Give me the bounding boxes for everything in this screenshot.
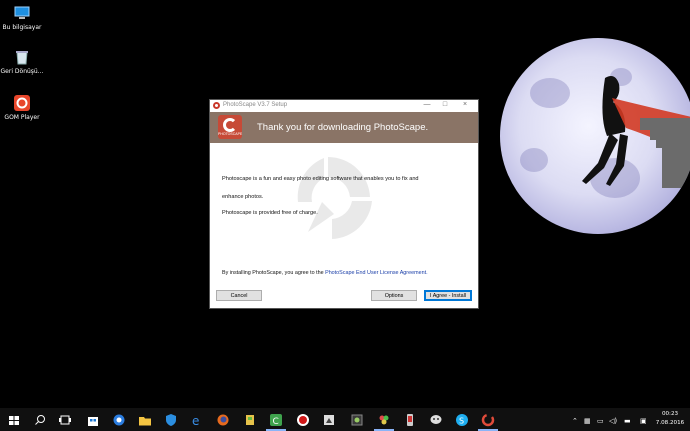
volume-icon[interactable]: ◁)	[609, 417, 617, 425]
desktop-icon-label: Geri Dönüşü...	[0, 68, 44, 75]
desktop-icon-this-pc[interactable]: Bu bilgisayar	[0, 4, 44, 31]
clock-time[interactable]: 00:23	[655, 411, 685, 417]
windows-icon	[9, 416, 19, 425]
maximize-button[interactable]: □	[438, 101, 452, 108]
wallpaper-figure	[582, 76, 690, 188]
license-agreement-text: By installing PhotoScape, you agree to t…	[222, 270, 428, 276]
taskbar-game[interactable]	[350, 412, 364, 426]
header-banner: PHOTOSCAPE Thank you for downloading Pho…	[210, 112, 478, 143]
game-icon	[351, 414, 363, 426]
minimize-button[interactable]: —	[420, 101, 434, 108]
taskbar-edge[interactable]: e	[190, 412, 204, 428]
taskbar-camtasia[interactable]: C	[266, 412, 286, 431]
photoscape-ring-icon	[223, 118, 237, 132]
keyboard-icon[interactable]: ▬	[624, 417, 631, 425]
notifications-icon[interactable]: ▣	[640, 417, 647, 425]
shield-icon	[166, 414, 176, 426]
logo-caption: PHOTOSCAPE	[218, 132, 243, 136]
task-view-icon	[59, 415, 71, 425]
taskbar-security[interactable]	[164, 412, 178, 426]
media-icon	[324, 415, 334, 425]
paint-icon	[246, 415, 254, 425]
taskbar-chat[interactable]	[429, 412, 443, 426]
gom-player-icon	[13, 94, 31, 112]
blue-circle-app-icon	[113, 414, 125, 426]
svg-text:C: C	[273, 417, 279, 427]
license-link[interactable]: PhotoScape End User License Agreement.	[325, 270, 428, 276]
desktop-icon-recycle-bin[interactable]: Geri Dönüşü...	[0, 48, 44, 75]
record-icon	[297, 414, 309, 426]
camtasia-icon: C	[270, 414, 282, 427]
taskbar-flower-app[interactable]	[374, 412, 394, 431]
setup-dialog: PhotoScape V3.7 Setup — □ × PHOTOSCAPE T…	[210, 100, 478, 308]
photoscape-logo: PHOTOSCAPE	[218, 115, 242, 139]
taskbar-phone[interactable]	[403, 412, 417, 426]
computer-icon	[13, 4, 31, 22]
description-line-1: Photoscape is a fun and easy photo editi…	[222, 176, 419, 182]
skype-icon: S	[456, 414, 468, 426]
taskbar: e C S ⌃ ▦ ▭ ◁) ▬ 00:23 7.08.2016 ▣	[0, 408, 690, 431]
firefox-icon	[217, 414, 229, 426]
clock-date[interactable]: 7.08.2016	[651, 420, 689, 426]
folder-icon	[139, 417, 151, 426]
taskbar-recorder[interactable]	[296, 412, 310, 426]
network-icon[interactable]: ▦	[584, 417, 591, 425]
phone-icon	[407, 414, 413, 426]
taskbar-skype[interactable]: S	[455, 412, 469, 426]
taskbar-paint[interactable]	[243, 412, 257, 426]
desktop-icon-gom-player[interactable]: GOM Player	[0, 94, 44, 121]
taskbar-media[interactable]	[322, 412, 336, 426]
close-button[interactable]: ×	[458, 101, 472, 108]
task-view-button[interactable]	[58, 412, 72, 426]
svg-text:e: e	[192, 414, 199, 427]
photoscape-icon	[481, 413, 495, 427]
photoscape-small-logo-icon	[213, 102, 220, 109]
free-of-charge-text: Photoscape is provided free of charge.	[222, 210, 318, 216]
wallpaper-moon	[500, 38, 690, 234]
chevron-up-icon[interactable]: ⌃	[572, 417, 578, 425]
title-bar[interactable]: PhotoScape V3.7 Setup — □ ×	[210, 100, 478, 112]
taskbar-app-blue[interactable]	[112, 412, 126, 426]
svg-text:S: S	[459, 417, 464, 426]
search-button[interactable]	[33, 412, 47, 426]
install-button[interactable]: I Agree - Install	[424, 290, 472, 301]
flower-icon	[379, 415, 389, 425]
window-title: PhotoScape V3.7 Setup	[223, 102, 288, 108]
taskbar-store[interactable]	[86, 412, 100, 426]
agree-prefix: By installing PhotoScape, you agree to t…	[222, 270, 324, 276]
battery-icon[interactable]: ▭	[597, 417, 604, 425]
store-icon	[88, 417, 98, 426]
description-line-2: enhance photos.	[222, 194, 264, 200]
banner-heading: Thank you for downloading PhotoScape.	[257, 122, 429, 133]
start-button[interactable]	[7, 412, 21, 426]
chat-icon	[430, 415, 442, 424]
taskbar-firefox[interactable]	[216, 412, 230, 426]
cancel-button[interactable]: Cancel	[216, 290, 262, 301]
recycle-bin-icon	[13, 48, 31, 66]
desktop-icon-label: Bu bilgisayar	[2, 24, 42, 31]
taskbar-photoscape[interactable]	[478, 412, 498, 431]
edge-icon: e	[192, 414, 199, 428]
desktop-icon-label: GOM Player	[4, 114, 40, 121]
search-icon	[35, 415, 45, 425]
taskbar-file-explorer[interactable]	[138, 412, 152, 426]
options-button[interactable]: Options	[371, 290, 417, 301]
photoscape-watermark-icon	[297, 156, 372, 239]
